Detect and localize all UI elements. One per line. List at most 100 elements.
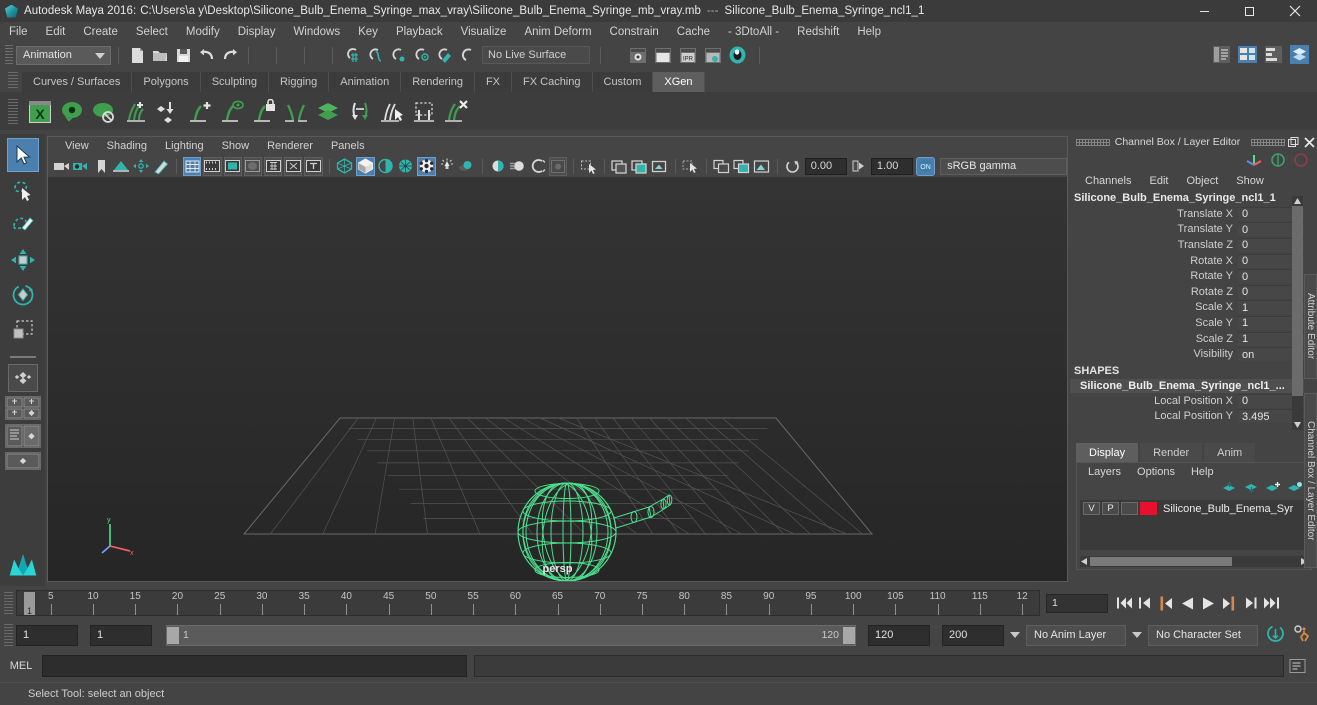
panel-drag-handle-left[interactable] xyxy=(1076,138,1110,146)
show-hide-channel-box-icon[interactable] xyxy=(1263,44,1284,65)
tab-display-layers[interactable]: Display xyxy=(1076,443,1139,462)
step-back-frame-icon[interactable] xyxy=(1156,592,1176,614)
xgen-add-guide-icon[interactable] xyxy=(184,96,216,128)
range-end-time-field[interactable]: 120 xyxy=(868,624,930,646)
step-forward-keyframe-icon[interactable] xyxy=(1240,592,1260,614)
menu-help[interactable]: Help xyxy=(848,22,890,42)
menu-key[interactable]: Key xyxy=(349,22,387,42)
xgen-mirror-guide-icon[interactable] xyxy=(280,96,312,128)
live-surface-field[interactable]: No Live Surface xyxy=(482,46,590,64)
time-slider-track[interactable]: 1 5 10 15 20 25 30 35 40 45 50 55 60 65 70 75 80 85 90 95 1… xyxy=(16,590,1040,616)
step-forward-frame-icon[interactable] xyxy=(1219,592,1239,614)
snap-grid-icon[interactable] xyxy=(341,45,362,66)
channel-box-scrollbar[interactable] xyxy=(1292,196,1303,430)
menu-display[interactable]: Display xyxy=(229,22,285,42)
play-forwards-icon[interactable] xyxy=(1198,592,1218,614)
view-region-icon[interactable] xyxy=(753,157,771,176)
time-slider-grip[interactable] xyxy=(4,592,13,614)
tab-render-layers[interactable]: Render xyxy=(1140,443,1203,462)
channel-row-scale-x[interactable]: Scale X 1 xyxy=(1070,300,1304,316)
range-start-time-field[interactable]: 1 xyxy=(90,624,152,646)
menu-select[interactable]: Select xyxy=(127,22,177,42)
xgen-place-guide-icon[interactable] xyxy=(152,96,184,128)
single-perspective-view-icon[interactable] xyxy=(7,364,38,392)
ipr-render-icon[interactable]: IPR xyxy=(677,45,698,66)
grease-pencil-icon[interactable] xyxy=(152,157,170,176)
four-view-layout-icon[interactable] xyxy=(4,396,41,420)
persp-graph-layout-icon[interactable] xyxy=(4,452,41,470)
menu-playback[interactable]: Playback xyxy=(387,22,452,42)
menu-create[interactable]: Create xyxy=(74,22,127,42)
shelf-tab-rigging[interactable]: Rigging xyxy=(268,72,330,92)
color-space-dropdown[interactable]: sRGB gamma xyxy=(940,157,1089,175)
menu-modify[interactable]: Modify xyxy=(177,22,229,42)
command-input-field[interactable] xyxy=(42,655,467,677)
xray-joints-icon[interactable] xyxy=(548,156,567,176)
layer-move-up-icon[interactable] xyxy=(1222,481,1237,497)
panel-zoom-out-icon[interactable] xyxy=(651,157,669,176)
play-backwards-icon[interactable] xyxy=(1177,592,1197,614)
script-editor-icon[interactable] xyxy=(1287,656,1307,676)
menu-set-dropdown[interactable]: Animation xyxy=(16,45,111,65)
close-panel-icon[interactable] xyxy=(1301,135,1317,149)
texture-toggle-icon[interactable] xyxy=(416,156,436,176)
layer-name[interactable]: Silicone_Bulb_Enema_Syr xyxy=(1163,503,1293,515)
go-to-start-icon[interactable] xyxy=(1114,592,1134,614)
redo-icon[interactable] xyxy=(219,45,240,66)
shelf-tab-custom[interactable]: Custom xyxy=(592,72,654,92)
current-frame-field[interactable]: 1 xyxy=(1046,593,1108,613)
character-set-dropdown[interactable]: No Character Set xyxy=(1148,624,1258,646)
exposure-field[interactable]: 0.00 xyxy=(804,157,847,175)
menu-3dtoall[interactable]: - 3DtoAll - xyxy=(719,22,788,42)
channel-row-local-position-y[interactable]: Local Position Y 3.495 xyxy=(1070,409,1304,425)
undock-panel-icon[interactable] xyxy=(1285,135,1301,149)
shadows-icon[interactable] xyxy=(458,157,476,176)
shelf-tab-animation[interactable]: Animation xyxy=(329,72,402,92)
shelf-tab-curves-surfaces[interactable]: Curves / Surfaces xyxy=(22,72,133,92)
duplicate-shaded-view-icon[interactable] xyxy=(733,157,751,176)
shelf-tab-sculpting[interactable]: Sculpting xyxy=(200,72,269,92)
layer-horizontal-scrollbar[interactable] xyxy=(1080,556,1308,567)
menu-redshift[interactable]: Redshift xyxy=(788,22,848,42)
layer-menu-options[interactable]: Options xyxy=(1129,466,1183,478)
channel-row-translate-y[interactable]: Translate Y 0 xyxy=(1070,222,1304,238)
anim-layer-chevron-down-icon[interactable] xyxy=(1010,632,1020,638)
layer-type-toggle[interactable] xyxy=(1121,502,1138,515)
safe-action-icon[interactable] xyxy=(284,156,303,176)
auto-keyframe-toggle-icon[interactable] xyxy=(1266,624,1285,646)
layer-list[interactable]: V P Silicone_Bulb_Enema_Syr xyxy=(1080,500,1308,550)
viewport-menu-renderer[interactable]: Renderer xyxy=(258,137,322,155)
wireframe-on-shaded-icon[interactable] xyxy=(397,157,415,176)
channel-row-local-position-x[interactable]: Local Position X 0 xyxy=(1070,393,1304,409)
gate-mask-icon[interactable] xyxy=(243,156,262,176)
animation-preferences-icon[interactable] xyxy=(1292,624,1312,646)
close-button[interactable] xyxy=(1272,0,1317,22)
shelf-tab-xgen[interactable]: XGen xyxy=(653,72,705,92)
shelf-tab-polygons[interactable]: Polygons xyxy=(132,72,201,92)
xgen-region-icon[interactable] xyxy=(408,96,440,128)
minimize-button[interactable] xyxy=(1182,0,1227,22)
image-plane-icon[interactable] xyxy=(112,157,130,176)
select-tool-button[interactable] xyxy=(6,138,39,172)
xgen-preview-icon[interactable] xyxy=(56,96,88,128)
rotate-manipulator-icon[interactable] xyxy=(1293,152,1309,171)
channel-row-translate-x[interactable]: Translate X 0 xyxy=(1070,206,1304,222)
channel-box-menu-object[interactable]: Object xyxy=(1177,175,1227,187)
isolate-select-icon[interactable] xyxy=(580,157,598,176)
viewport-menu-show[interactable]: Show xyxy=(213,137,259,155)
exposure-reset-icon[interactable] xyxy=(784,157,802,176)
shelf-row-grip[interactable] xyxy=(8,99,18,125)
menu-visualize[interactable]: Visualize xyxy=(452,22,516,42)
shelf-grip[interactable] xyxy=(8,72,18,90)
dock-tab-attribute-editor[interactable]: Attribute Editor xyxy=(1304,274,1317,379)
menu-file[interactable]: File xyxy=(0,22,37,42)
persp-outliner-layout-icon[interactable] xyxy=(4,424,41,448)
snap-projected-center-icon[interactable] xyxy=(410,45,431,66)
channel-row-scale-y[interactable]: Scale Y 1 xyxy=(1070,315,1304,331)
layer-menu-layers[interactable]: Layers xyxy=(1080,466,1129,478)
motion-blur-icon[interactable] xyxy=(509,157,527,176)
film-gate-icon[interactable] xyxy=(203,156,222,176)
viewport-menu-panels[interactable]: Panels xyxy=(322,137,374,155)
range-bar[interactable]: 1 120 xyxy=(166,624,856,646)
snapshot-icon[interactable] xyxy=(611,157,629,176)
